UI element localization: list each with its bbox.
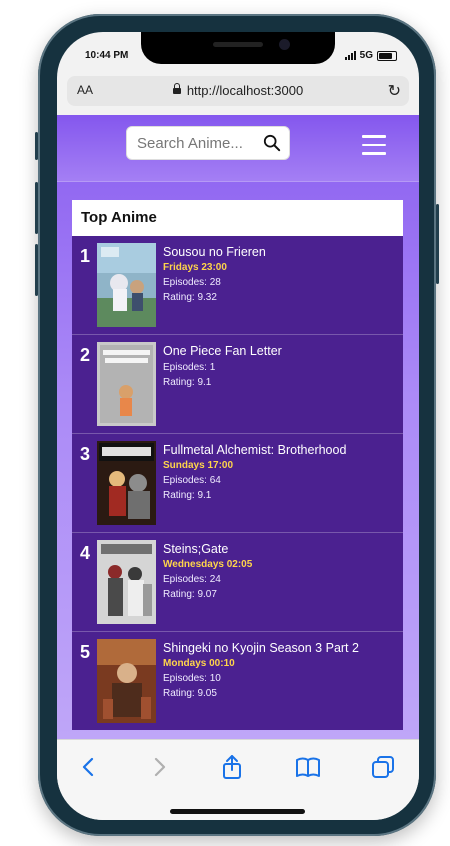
section-title: Top Anime — [72, 200, 403, 236]
episode-count: Episodes: 28 — [163, 277, 221, 288]
anime-title[interactable]: Sousou no Frieren — [163, 244, 399, 261]
anime-row[interactable]: 3 Fullmetal Alchemist: Brotherhood Sunda… — [72, 434, 403, 533]
anime-title[interactable]: One Piece Fan Letter — [163, 343, 399, 360]
anime-row[interactable]: 1 Sousou no Frieren Fridays 23:00 Episod… — [72, 236, 403, 335]
anime-info: Shingeki no Kyojin Season 3 Part 2 Monda… — [163, 640, 399, 701]
poster-image[interactable] — [97, 243, 156, 327]
anime-title[interactable]: Steins;Gate — [163, 541, 399, 558]
reload-icon[interactable]: ↻ — [388, 81, 401, 101]
rank-number: 5 — [80, 642, 91, 662]
phone-screen: 10:44 PM 5G AA http://localhost:3000 ↻ S… — [57, 32, 419, 820]
rating: Rating: 9.1 — [163, 490, 212, 501]
episode-count: Episodes: 1 — [163, 362, 216, 373]
lock-icon — [172, 83, 181, 94]
rank-number: 1 — [80, 246, 91, 266]
poster-image[interactable] — [97, 441, 156, 525]
rank-number: 3 — [80, 444, 91, 464]
menu-icon[interactable] — [362, 135, 386, 155]
episode-count: Episodes: 64 — [163, 475, 221, 486]
signal-icon — [344, 51, 356, 60]
rating: Rating: 9.32 — [163, 292, 217, 303]
rank-number: 2 — [80, 345, 91, 365]
status-bar: 10:44 PM 5G — [57, 50, 419, 66]
rank-number: 4 — [80, 543, 91, 563]
share-icon[interactable] — [219, 754, 245, 780]
mute-switch — [35, 132, 38, 160]
anime-title[interactable]: Shingeki no Kyojin Season 3 Part 2 — [163, 640, 399, 657]
address-bar[interactable]: AA http://localhost:3000 ↻ — [67, 76, 409, 106]
poster-image[interactable] — [97, 639, 156, 723]
forward-icon — [154, 757, 166, 777]
top-anime-card: Top Anime 1 Sousou no Frieren Fridays 23… — [72, 200, 403, 730]
poster-image[interactable] — [97, 540, 156, 624]
anime-info: One Piece Fan Letter Episodes: 1 Rating:… — [163, 343, 399, 390]
search-box[interactable] — [126, 126, 290, 160]
status-indicators: 5G — [344, 50, 397, 61]
network-label: 5G — [359, 50, 373, 61]
poster-image[interactable] — [97, 342, 156, 426]
web-content: Top Anime 1 Sousou no Frieren Fridays 23… — [57, 115, 419, 739]
rating: Rating: 9.07 — [163, 589, 217, 600]
front-camera — [279, 39, 290, 50]
air-time: Wednesdays 02:05 — [163, 559, 253, 570]
back-icon[interactable] — [76, 754, 102, 780]
anime-row[interactable]: 5 Shingeki no Kyojin Season 3 Part 2 Mon… — [72, 632, 403, 730]
search-input[interactable] — [137, 127, 255, 159]
rating: Rating: 9.1 — [163, 377, 212, 388]
air-time: Fridays 23:00 — [163, 262, 227, 273]
status-time: 10:44 PM — [85, 50, 129, 61]
speaker — [213, 42, 263, 47]
episode-count: Episodes: 10 — [163, 673, 221, 684]
anime-info: Steins;Gate Wednesdays 02:05 Episodes: 2… — [163, 541, 399, 602]
air-time: Sundays 17:00 — [163, 460, 234, 471]
volume-down-button — [35, 244, 38, 296]
search-icon[interactable] — [263, 134, 281, 152]
anime-row[interactable]: 4 Steins;Gate Wednesdays 02:05 Episodes:… — [72, 533, 403, 632]
anime-info: Fullmetal Alchemist: Brotherhood Sundays… — [163, 442, 399, 503]
anime-title[interactable]: Fullmetal Alchemist: Brotherhood — [163, 442, 399, 459]
battery-icon — [377, 50, 397, 61]
anime-row[interactable]: 2 One Piece Fan Letter Episodes: 1 Ratin… — [72, 335, 403, 434]
browser-toolbar — [57, 739, 419, 820]
url-text: http://localhost:3000 — [186, 83, 304, 98]
site-header — [57, 115, 419, 182]
volume-up-button — [35, 182, 38, 234]
rating: Rating: 9.05 — [163, 688, 217, 699]
power-button — [436, 204, 439, 284]
url-display[interactable]: http://localhost:3000 — [67, 83, 409, 98]
air-time: Mondays 00:10 — [163, 658, 235, 669]
episode-count: Episodes: 24 — [163, 574, 221, 585]
bookmarks-icon[interactable] — [295, 754, 321, 780]
tabs-icon[interactable] — [370, 754, 396, 780]
home-indicator[interactable] — [170, 809, 305, 814]
anime-info: Sousou no Frieren Fridays 23:00 Episodes… — [163, 244, 399, 305]
